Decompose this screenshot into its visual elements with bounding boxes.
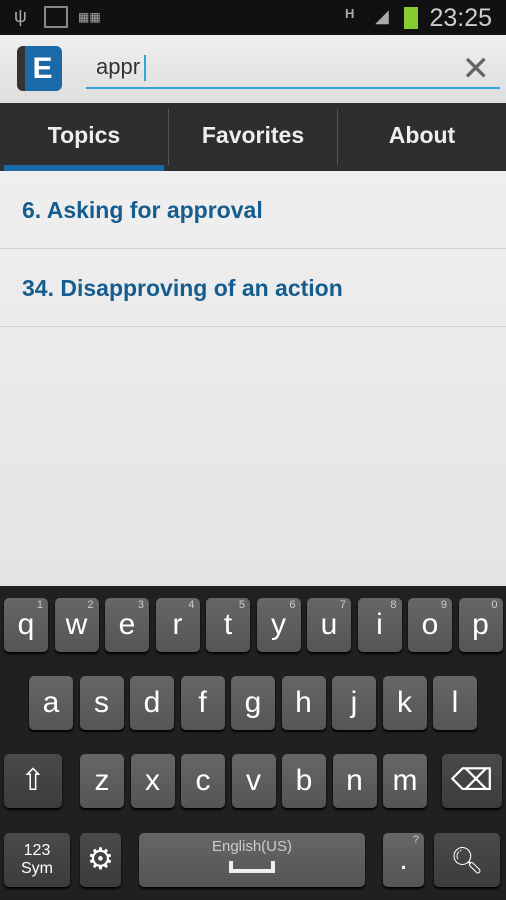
key-j[interactable]: j [332, 676, 376, 730]
key-label: k [397, 686, 412, 719]
key-label: c [195, 764, 211, 797]
key-label: d [143, 686, 161, 719]
key-e[interactable]: e3 [105, 598, 149, 652]
key-g[interactable]: g [231, 676, 275, 730]
key-p[interactable]: p0 [458, 598, 503, 652]
key-x[interactable]: x [130, 754, 175, 808]
search-input[interactable] [86, 49, 446, 85]
period-key[interactable]: .? [383, 833, 424, 887]
network-type: H [345, 6, 355, 21]
key-hint: 2 [87, 599, 94, 611]
battery-charging-icon [404, 7, 418, 29]
app-bar: E ✕ [0, 35, 506, 103]
key-c[interactable]: c [181, 754, 225, 808]
keyboard: q 1 w 2 e 3 r 4 t 5 y 6 u 7 i 8 o 9 p 0 a s d f g h j k l ⇧ z x c v b n m ⌫ 12… [0, 586, 506, 900]
key-label: l [451, 686, 459, 719]
key-label: v [246, 764, 261, 797]
key-hint: 3 [137, 599, 144, 611]
tab-bar: Topics Favorites About [0, 103, 506, 171]
key-label: ⚙ [87, 843, 114, 876]
key-b[interactable]: b [282, 754, 326, 808]
list-item[interactable]: 6. Asking for approval [0, 171, 506, 249]
symbols-key[interactable]: 123 Sym [4, 833, 70, 887]
key-label: f [198, 686, 207, 719]
key-v[interactable]: v [231, 754, 276, 808]
key-i[interactable]: i8 [357, 598, 402, 652]
key-label: h [295, 686, 312, 719]
key-label: ⇧ [20, 764, 46, 797]
clock: 23:25 [429, 4, 492, 32]
key-r[interactable]: r4 [155, 598, 200, 652]
key-hint: 6 [289, 599, 296, 611]
image-icon [44, 6, 68, 28]
key-o[interactable]: o9 [408, 598, 452, 652]
key-label: ⌫ [450, 764, 494, 797]
key-l[interactable]: l [433, 676, 477, 730]
keyboard-icon: ▦▦ [78, 10, 101, 24]
key-d[interactable]: d [130, 676, 174, 730]
key-label: 123 Sym [21, 842, 53, 877]
key-hint: 5 [238, 599, 245, 611]
key-label: n [346, 764, 363, 797]
search-key[interactable]: 🔍︎ [434, 833, 500, 887]
backspace-key[interactable]: ⌫ [442, 754, 502, 808]
key-label: j [350, 686, 358, 719]
space-key[interactable]: English(US) [139, 833, 365, 887]
key-u[interactable]: u7 [307, 598, 351, 652]
results-list: 6. Asking for approval 34. Disapproving … [0, 171, 506, 586]
key-z[interactable]: z [80, 754, 124, 808]
key-label: b [295, 764, 313, 797]
key-hint: ? [412, 834, 419, 846]
key-label: English(US) [211, 838, 293, 855]
app-logo[interactable]: E [17, 46, 62, 91]
key-label: s [94, 686, 109, 719]
space-icon [229, 861, 275, 873]
signal-icon: ◢ [375, 6, 389, 26]
key-label: 🔍︎ [450, 845, 484, 875]
tab-topics[interactable]: Topics [0, 103, 168, 171]
list-item[interactable]: 34. Disapproving of an action [0, 249, 506, 327]
settings-key[interactable]: ⚙ [80, 833, 121, 887]
key-q[interactable]: q1 [4, 598, 48, 652]
key-hint: 1 [36, 599, 43, 611]
key-label: m [392, 764, 418, 797]
key-h[interactable]: h [281, 676, 326, 730]
usb-icon: ψ [14, 6, 27, 26]
key-hint: 8 [390, 599, 397, 611]
shift-key[interactable]: ⇧ [4, 754, 62, 808]
key-hint: 7 [339, 599, 346, 611]
key-label: g [244, 686, 262, 719]
key-a[interactable]: a [29, 676, 73, 730]
key-label: a [42, 686, 60, 719]
tab-favorites[interactable]: Favorites [168, 109, 337, 165]
key-hint: 9 [440, 599, 447, 611]
text-caret [144, 55, 146, 81]
key-t[interactable]: t5 [206, 598, 250, 652]
key-w[interactable]: w2 [54, 598, 99, 652]
key-s[interactable]: s [79, 676, 124, 730]
key-hint: 0 [491, 599, 498, 611]
key-y[interactable]: y6 [256, 598, 301, 652]
clear-search-icon[interactable]: ✕ [462, 49, 491, 89]
tab-about[interactable]: About [337, 109, 506, 165]
key-label: z [94, 764, 110, 797]
key-f[interactable]: f [180, 676, 225, 730]
key-hint: 4 [188, 599, 195, 611]
key-m[interactable]: m [383, 754, 427, 808]
status-bar: ψ ▦▦ H ◢ 23:25 [0, 0, 506, 35]
key-n[interactable]: n [332, 754, 377, 808]
search-field[interactable]: ✕ [86, 49, 500, 89]
key-k[interactable]: k [382, 676, 427, 730]
key-label: x [145, 764, 160, 797]
